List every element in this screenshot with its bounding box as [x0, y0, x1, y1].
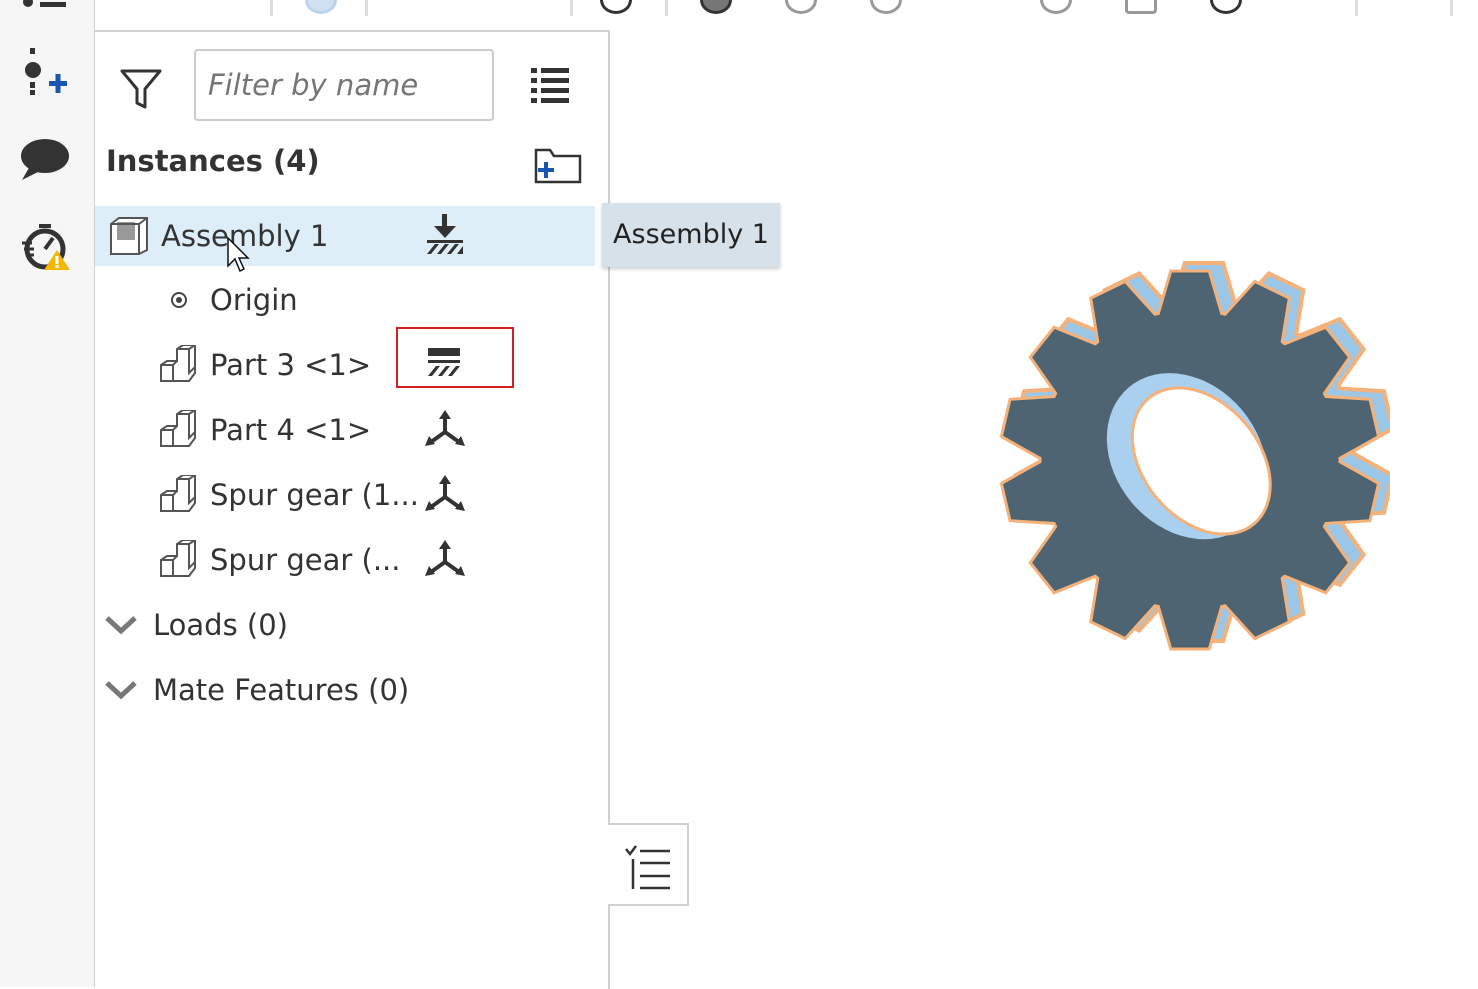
highlight-box — [396, 327, 514, 388]
instance-row-spur-gear-1[interactable]: Spur gear (1... — [95, 465, 595, 525]
new-folder-icon[interactable] — [534, 148, 582, 184]
toolbar-cylindrical-mate-icon[interactable] — [1040, 0, 1072, 14]
list-view-icon[interactable] — [531, 68, 569, 104]
mate-features-label: Mate Features (0) — [153, 673, 410, 707]
toolbar-fastened-mate-icon[interactable] — [700, 0, 732, 14]
toolbar-ball-mate-icon[interactable] — [1210, 0, 1242, 14]
chevron-down-icon[interactable] — [105, 615, 137, 635]
toggle-list-button[interactable] — [608, 823, 689, 906]
assembly-icon — [110, 217, 148, 255]
fixed-icon[interactable] — [425, 214, 465, 256]
comment-icon[interactable] — [20, 138, 70, 182]
instance-row-part-3[interactable]: Part 3 <1> — [95, 335, 595, 395]
list-icon[interactable] — [22, 0, 72, 12]
filter-by-name-input[interactable] — [194, 49, 494, 121]
loads-label: Loads (0) — [153, 608, 288, 642]
instance-row-assembly-1[interactable]: Assembly 1 — [95, 206, 595, 266]
toolbar-revolute-mate-icon[interactable] — [785, 0, 817, 14]
instance-row-origin[interactable]: Origin — [95, 270, 595, 330]
toolbar-planar-mate-icon[interactable] — [1125, 0, 1157, 14]
origin-icon — [171, 292, 187, 308]
part-icon — [160, 345, 196, 382]
instance-row-part-4[interactable]: Part 4 <1> — [95, 400, 595, 460]
instance-label: Spur gear (... — [210, 543, 401, 577]
gear-3d-model[interactable] — [990, 255, 1390, 665]
free-dof-icon[interactable] — [425, 540, 465, 578]
free-dof-icon[interactable] — [425, 475, 465, 513]
instance-label: Spur gear (1... — [210, 478, 419, 512]
top-toolbar — [95, 0, 1478, 18]
performance-warning-icon[interactable] — [20, 222, 70, 272]
loads-section[interactable]: Loads (0) — [95, 595, 595, 655]
instance-label: Origin — [210, 283, 298, 317]
part-icon — [160, 540, 196, 577]
part-icon — [160, 410, 196, 447]
filter-icon[interactable] — [120, 68, 162, 110]
instance-label: Part 4 <1> — [210, 413, 372, 447]
instance-label: Part 3 <1> — [210, 348, 372, 382]
toolbar-view-icon[interactable] — [305, 0, 337, 14]
tooltip: Assembly 1 — [602, 203, 780, 267]
chevron-down-icon[interactable] — [105, 680, 137, 700]
free-dof-icon[interactable] — [425, 410, 465, 448]
part-icon — [160, 475, 196, 512]
instances-header: Instances (4) — [106, 144, 320, 178]
left-toolbar — [0, 0, 95, 987]
instance-row-spur-gear-2[interactable]: Spur gear (... — [95, 530, 595, 590]
mate-features-section[interactable]: Mate Features (0) — [95, 660, 595, 720]
feature-list-icon — [625, 845, 670, 890]
toolbar-mate-icon[interactable] — [600, 0, 632, 14]
insert-mate-connector-icon[interactable] — [24, 48, 70, 96]
toolbar-slider-mate-icon[interactable] — [870, 0, 902, 14]
